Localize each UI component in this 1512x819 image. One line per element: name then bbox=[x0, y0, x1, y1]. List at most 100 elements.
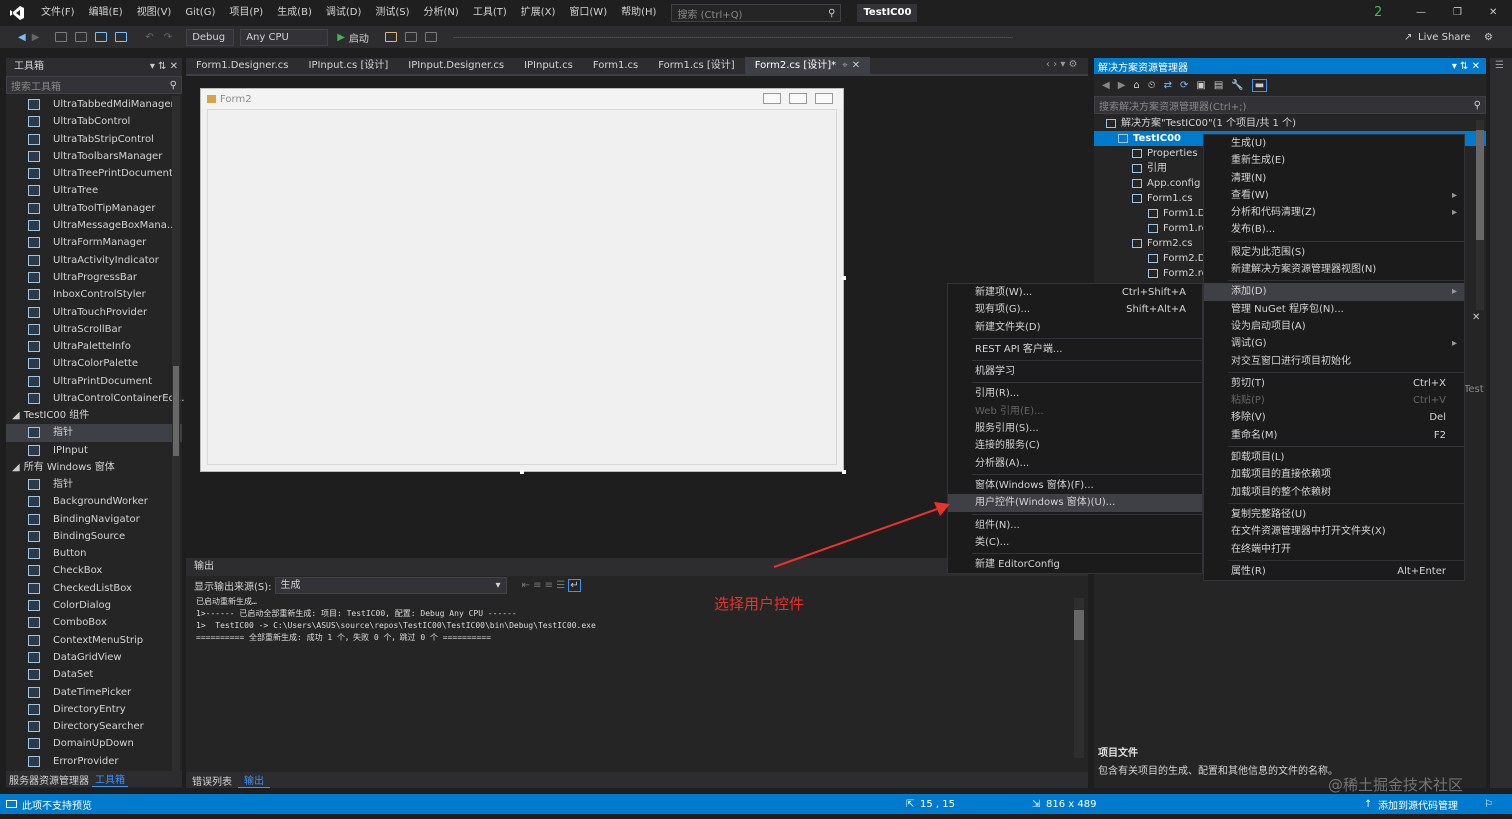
output-scrollbar[interactable] bbox=[1074, 598, 1084, 758]
toolbar-icon-1[interactable] bbox=[384, 32, 397, 42]
toolbox-search[interactable]: 搜索工具箱 ⚲ bbox=[6, 76, 182, 94]
context-menu-item[interactable]: 加载项目的直接依赖项 bbox=[1204, 466, 1464, 483]
toolbox-item[interactable]: InboxControlStyler bbox=[6, 286, 182, 303]
solution-explorer-scrollbar[interactable] bbox=[1476, 120, 1484, 310]
context-menu-item[interactable]: 清理(N) bbox=[1204, 170, 1464, 187]
menu-item[interactable]: 分析(N) bbox=[417, 0, 466, 26]
toolbox-item[interactable]: UltraPrintDocument bbox=[6, 373, 182, 390]
context-menu-item[interactable]: 现有项(G)... Shift+Alt+A bbox=[948, 301, 1202, 318]
tab-output[interactable]: 输出 bbox=[238, 772, 270, 788]
start-button[interactable]: 启动 bbox=[349, 30, 369, 45]
se-forward-icon[interactable]: ▶ bbox=[1118, 80, 1126, 91]
menu-item[interactable]: 编辑(E) bbox=[82, 0, 130, 26]
layout-toolbar-icons[interactable] bbox=[452, 36, 1013, 38]
new-project-icon[interactable] bbox=[55, 32, 68, 42]
resize-handle-corner[interactable] bbox=[842, 470, 846, 474]
toolbox-item[interactable]: DirectorySearcher bbox=[6, 718, 182, 735]
toolbar-icon-2[interactable] bbox=[404, 32, 417, 42]
toolbox-item[interactable]: UltraColorPalette bbox=[6, 355, 182, 372]
toolbox-item[interactable]: DateTimePicker bbox=[6, 684, 182, 701]
context-menu-item[interactable]: 调试(G) ▸ bbox=[1204, 335, 1464, 352]
output-toolbar-icons[interactable]: ⇤ ≡ ≡ ☰ ↵ bbox=[522, 578, 581, 592]
toolbox-item[interactable]: ErrorProvider bbox=[6, 753, 182, 770]
toolbox-item[interactable]: UltraToolbarsManager bbox=[6, 148, 182, 165]
context-menu-item[interactable]: 用户控件(Windows 窗体)(U)... bbox=[948, 494, 1202, 512]
context-menu-item[interactable]: 组件(N)... bbox=[948, 517, 1202, 534]
form-minimize-icon[interactable] bbox=[763, 93, 781, 104]
menu-item[interactable]: 生成(B) bbox=[270, 0, 319, 26]
live-share-button[interactable]: Live Share bbox=[1418, 32, 1470, 43]
solution-tree-item[interactable]: 解决方案"TestIC00"(1 个项目/共 1 个) bbox=[1094, 116, 1486, 131]
form-close-icon[interactable] bbox=[815, 93, 833, 104]
forward-icon[interactable]: ▶ bbox=[32, 32, 40, 43]
toolbox-item[interactable]: BindingSource bbox=[6, 528, 182, 545]
document-tab[interactable]: Form2.cs [设计]* ⌖ ✕ bbox=[744, 57, 871, 75]
context-menu-item[interactable]: 服务引用(S)... bbox=[948, 420, 1202, 437]
start-icon[interactable]: ▶ bbox=[337, 32, 345, 43]
properties-close-icon[interactable]: ✕ bbox=[1472, 312, 1480, 323]
collapse-all-icon[interactable]: ▣ bbox=[1196, 80, 1205, 91]
solution-explorer-header-buttons[interactable]: ▾ ⇅ ✕ bbox=[1452, 61, 1480, 72]
refresh-icon[interactable]: ⟳ bbox=[1180, 80, 1188, 91]
context-menu-item[interactable]: 连接的服务(C) bbox=[948, 437, 1202, 454]
toolbox-item[interactable]: UltraTree bbox=[6, 182, 182, 199]
toolbox-item[interactable]: Button bbox=[6, 545, 182, 562]
toolbox-item[interactable]: UltraTreePrintDocument bbox=[6, 165, 182, 182]
preview-icon[interactable]: ▬ bbox=[1251, 78, 1268, 92]
toolbar-icon-3[interactable] bbox=[424, 32, 437, 42]
sync-icon[interactable]: ⇄ bbox=[1164, 80, 1172, 91]
toolbox-item[interactable]: DirectoryEntry bbox=[6, 701, 182, 718]
toolbox-item[interactable]: UltraActivityIndicator bbox=[6, 252, 182, 269]
solution-explorer-search-input[interactable]: 搜索解决方案资源管理器(Ctrl+;) bbox=[1099, 98, 1246, 113]
context-menu-item[interactable]: 管理 NuGet 程序包(N)... bbox=[1204, 301, 1464, 318]
save-all-icon[interactable] bbox=[115, 32, 128, 42]
config-dropdown[interactable]: Debug bbox=[186, 28, 235, 46]
context-menu-item[interactable]: 对交互窗口进行项目初始化 bbox=[1204, 353, 1464, 370]
context-menu-item[interactable]: 发布(B)... bbox=[1204, 221, 1464, 238]
toolbox-item[interactable]: UltraFormManager bbox=[6, 234, 182, 251]
context-menu-item[interactable]: 限定为此范围(S) bbox=[1204, 244, 1464, 261]
context-menu-item[interactable]: 引用(R)... bbox=[948, 385, 1202, 402]
context-menu-item[interactable]: 重命名(M) F2 bbox=[1204, 427, 1464, 444]
context-menu-item[interactable]: 卸载项目(L) bbox=[1204, 449, 1464, 466]
menu-item[interactable]: 测试(S) bbox=[368, 0, 416, 26]
toolbox-item[interactable]: UltraToolTipManager bbox=[6, 200, 182, 217]
platform-dropdown[interactable]: Any CPU bbox=[240, 28, 329, 46]
tab-server-explorer[interactable]: 服务器资源管理器 bbox=[6, 772, 92, 787]
search-input[interactable]: 搜索 (Ctrl+Q) bbox=[677, 6, 742, 21]
context-menu-item[interactable]: 新建项(W)... Ctrl+Shift+A bbox=[948, 284, 1202, 301]
resize-handle-bottom[interactable] bbox=[520, 470, 524, 474]
toolbox-item[interactable]: DataGridView bbox=[6, 649, 182, 666]
document-tab[interactable]: Form1.cs [设计] bbox=[648, 57, 744, 75]
document-tab[interactable]: IPInput.cs [设计] bbox=[299, 57, 399, 75]
switch-view-icon[interactable]: ⏲ bbox=[1148, 80, 1156, 91]
toolbox-item[interactable]: UltraTabStripControl bbox=[6, 131, 182, 148]
menu-item[interactable]: 工具(T) bbox=[466, 0, 514, 26]
context-menu-item[interactable]: 剪切(T) Ctrl+X bbox=[1204, 375, 1464, 392]
toolbox-category[interactable]: ◢ 所有 Windows 窗体 bbox=[6, 459, 182, 476]
document-tab[interactable]: Form1.cs bbox=[583, 57, 648, 75]
context-menu-item[interactable]: 新建 EditorConfig bbox=[948, 556, 1202, 573]
properties-icon[interactable]: 🔧 bbox=[1231, 80, 1243, 91]
menu-item[interactable]: 文件(F) bbox=[34, 0, 82, 26]
source-control-button[interactable]: 添加到源代码管理 bbox=[1378, 797, 1458, 812]
context-menu-item[interactable]: 分析器(A)... bbox=[948, 455, 1202, 472]
toolbox-item[interactable]: UltraTabbedMdiManager bbox=[6, 96, 182, 113]
context-menu-item[interactable]: 生成(U) bbox=[1204, 135, 1464, 152]
toolbox-item[interactable]: UltraControlContainerEd... bbox=[6, 390, 184, 407]
restore-button[interactable]: ❐ bbox=[1453, 0, 1462, 26]
menu-item[interactable]: 调试(D) bbox=[319, 0, 369, 26]
toolbox-item[interactable]: CheckBox bbox=[6, 562, 182, 579]
account-icon[interactable]: ⚙ bbox=[1484, 32, 1493, 43]
undo-icon[interactable]: ↶ bbox=[145, 32, 153, 43]
redo-icon[interactable]: ↷ bbox=[164, 32, 172, 43]
context-menu-item[interactable]: 查看(W) ▸ bbox=[1204, 187, 1464, 204]
document-tab[interactable]: IPInput.cs bbox=[514, 57, 583, 75]
context-menu-item[interactable]: 设为启动项目(A) bbox=[1204, 318, 1464, 335]
resize-handle-right[interactable] bbox=[842, 276, 846, 280]
toolbox-item[interactable]: 指针 bbox=[6, 476, 182, 493]
pin-icon[interactable]: ⌖ bbox=[842, 60, 848, 71]
toolbox-item[interactable]: BindingNavigator bbox=[6, 511, 182, 528]
toolbox-item[interactable]: UltraProgressBar bbox=[6, 269, 182, 286]
home-icon[interactable]: ⌂ bbox=[1133, 80, 1139, 91]
